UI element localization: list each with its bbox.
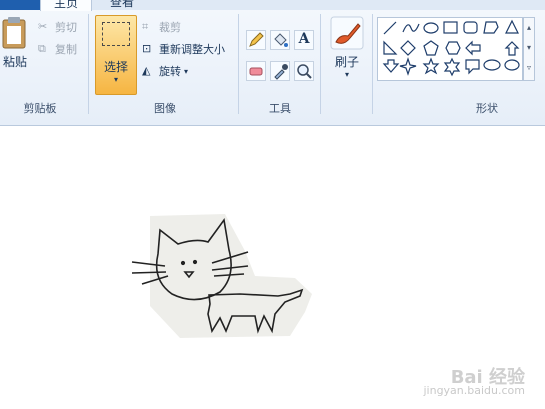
tab-home-label: 主页	[53, 0, 78, 10]
cut-button[interactable]: ✂ 剪切	[38, 19, 77, 35]
color-picker-tool[interactable]	[270, 61, 290, 81]
star6-shape-icon	[443, 57, 461, 77]
star4-shape-icon	[399, 57, 417, 76]
text-a-icon: A	[298, 31, 310, 47]
shapes-gallery[interactable]	[377, 17, 523, 81]
tab-view[interactable]: 查看	[100, 0, 144, 10]
separator	[372, 14, 373, 114]
rectangle-shape-icon	[443, 21, 458, 34]
oval-shape-icon	[423, 22, 439, 34]
eraser-icon	[249, 67, 263, 76]
eyedropper-icon	[274, 64, 288, 80]
chevron-down-icon: ▾	[526, 43, 531, 52]
hexagon-shape-icon	[445, 41, 461, 55]
crop-icon: ⌗	[142, 20, 149, 33]
callout-rect-shape-icon	[465, 59, 480, 75]
shapes-group-label: 形状	[476, 102, 498, 115]
select-button[interactable]: 选择 ▾	[95, 15, 137, 95]
rotate-button[interactable]: ◭ 旋转 ▾	[142, 63, 188, 79]
pencil-icon	[249, 32, 264, 47]
separator	[238, 14, 239, 114]
scissors-icon: ✂	[38, 20, 48, 33]
paste-label: 粘贴	[2, 55, 27, 69]
curve-shape-icon	[402, 23, 420, 33]
arrow-up-shape-icon	[504, 41, 520, 56]
fill-bucket-icon	[274, 33, 288, 47]
pentagon-shape-icon	[423, 40, 439, 56]
more-icon: ▿	[526, 63, 531, 72]
clipboard-icon	[2, 17, 26, 49]
eraser-tool[interactable]	[246, 61, 266, 81]
triangle-shape-icon	[505, 19, 519, 34]
separator	[320, 14, 321, 114]
resize-icon: ⊡	[142, 42, 152, 55]
magnifier-tool[interactable]	[294, 61, 314, 81]
arrow-left-shape-icon	[465, 40, 481, 56]
separator	[88, 14, 89, 114]
chevron-down-icon: ▾	[344, 70, 349, 79]
tab-view-label: 查看	[109, 0, 134, 9]
diamond-shape-icon	[400, 40, 416, 56]
brushes-label: 刷子	[334, 55, 359, 69]
crop-button[interactable]: ⌗ 裁剪	[142, 19, 181, 35]
watermark-brand: Bai 经验	[450, 367, 525, 388]
arrow-down-shape-icon	[382, 59, 400, 73]
cloud-shape-icon	[504, 59, 520, 71]
fill-tool[interactable]	[270, 30, 290, 50]
cut-label: 剪切	[55, 21, 77, 34]
select-label: 选择	[103, 60, 128, 74]
copy-button[interactable]: ⧉ 复制	[38, 41, 77, 57]
copy-icon: ⧉	[38, 42, 46, 55]
resize-label: 重新调整大小	[159, 43, 225, 56]
clipboard-group-label: 剪贴板	[23, 102, 57, 115]
right-triangle-shape-icon	[383, 40, 398, 55]
brushes-button[interactable]: 刷子 ▾	[326, 16, 368, 79]
chevron-up-icon: ▴	[526, 23, 531, 32]
rotate-icon: ◭	[142, 64, 151, 77]
image-group-label: 图像	[154, 102, 176, 115]
star5-shape-icon	[422, 57, 440, 75]
rotate-label: 旋转	[159, 65, 181, 78]
tab-home[interactable]: 主页	[40, 0, 92, 11]
line-shape-icon	[383, 21, 397, 35]
shapes-grid	[382, 19, 520, 77]
crop-label: 裁剪	[159, 21, 181, 34]
magnifier-icon	[297, 64, 312, 79]
tab-file[interactable]	[0, 0, 40, 10]
text-tool[interactable]: A	[294, 30, 314, 50]
drawing-canvas[interactable]: Bai 经验 jingyan.baidu.com	[0, 126, 545, 405]
rounded-rectangle-shape-icon	[463, 21, 478, 34]
watermark: Bai 经验 jingyan.baidu.com	[423, 367, 525, 398]
chevron-down-icon: ▾	[184, 66, 189, 76]
shapes-scrollbar[interactable]: ▴ ▾ ▿	[523, 17, 535, 81]
cat-drawing	[131, 214, 312, 338]
watermark-url: jingyan.baidu.com	[423, 384, 525, 397]
pencil-tool[interactable]	[246, 30, 266, 50]
paste-button[interactable]: 粘贴	[0, 16, 30, 70]
chevron-down-icon: ▾	[113, 75, 118, 84]
tools-group-label: 工具	[269, 102, 291, 115]
callout-oval-shape-icon	[483, 59, 501, 71]
ribbon: 主页 查看 粘贴 ✂ 剪切 ⧉ 复制 剪贴板 选择 ▾ ⌗ 裁剪 ⊡ 重新调整大小 ◭ 旋…	[0, 0, 545, 126]
select-rect-icon	[102, 22, 130, 46]
brush-icon	[330, 16, 364, 50]
resize-button[interactable]: ⊡ 重新调整大小	[142, 41, 225, 57]
copy-label: 复制	[55, 43, 77, 56]
polygon-shape-icon	[483, 21, 499, 34]
